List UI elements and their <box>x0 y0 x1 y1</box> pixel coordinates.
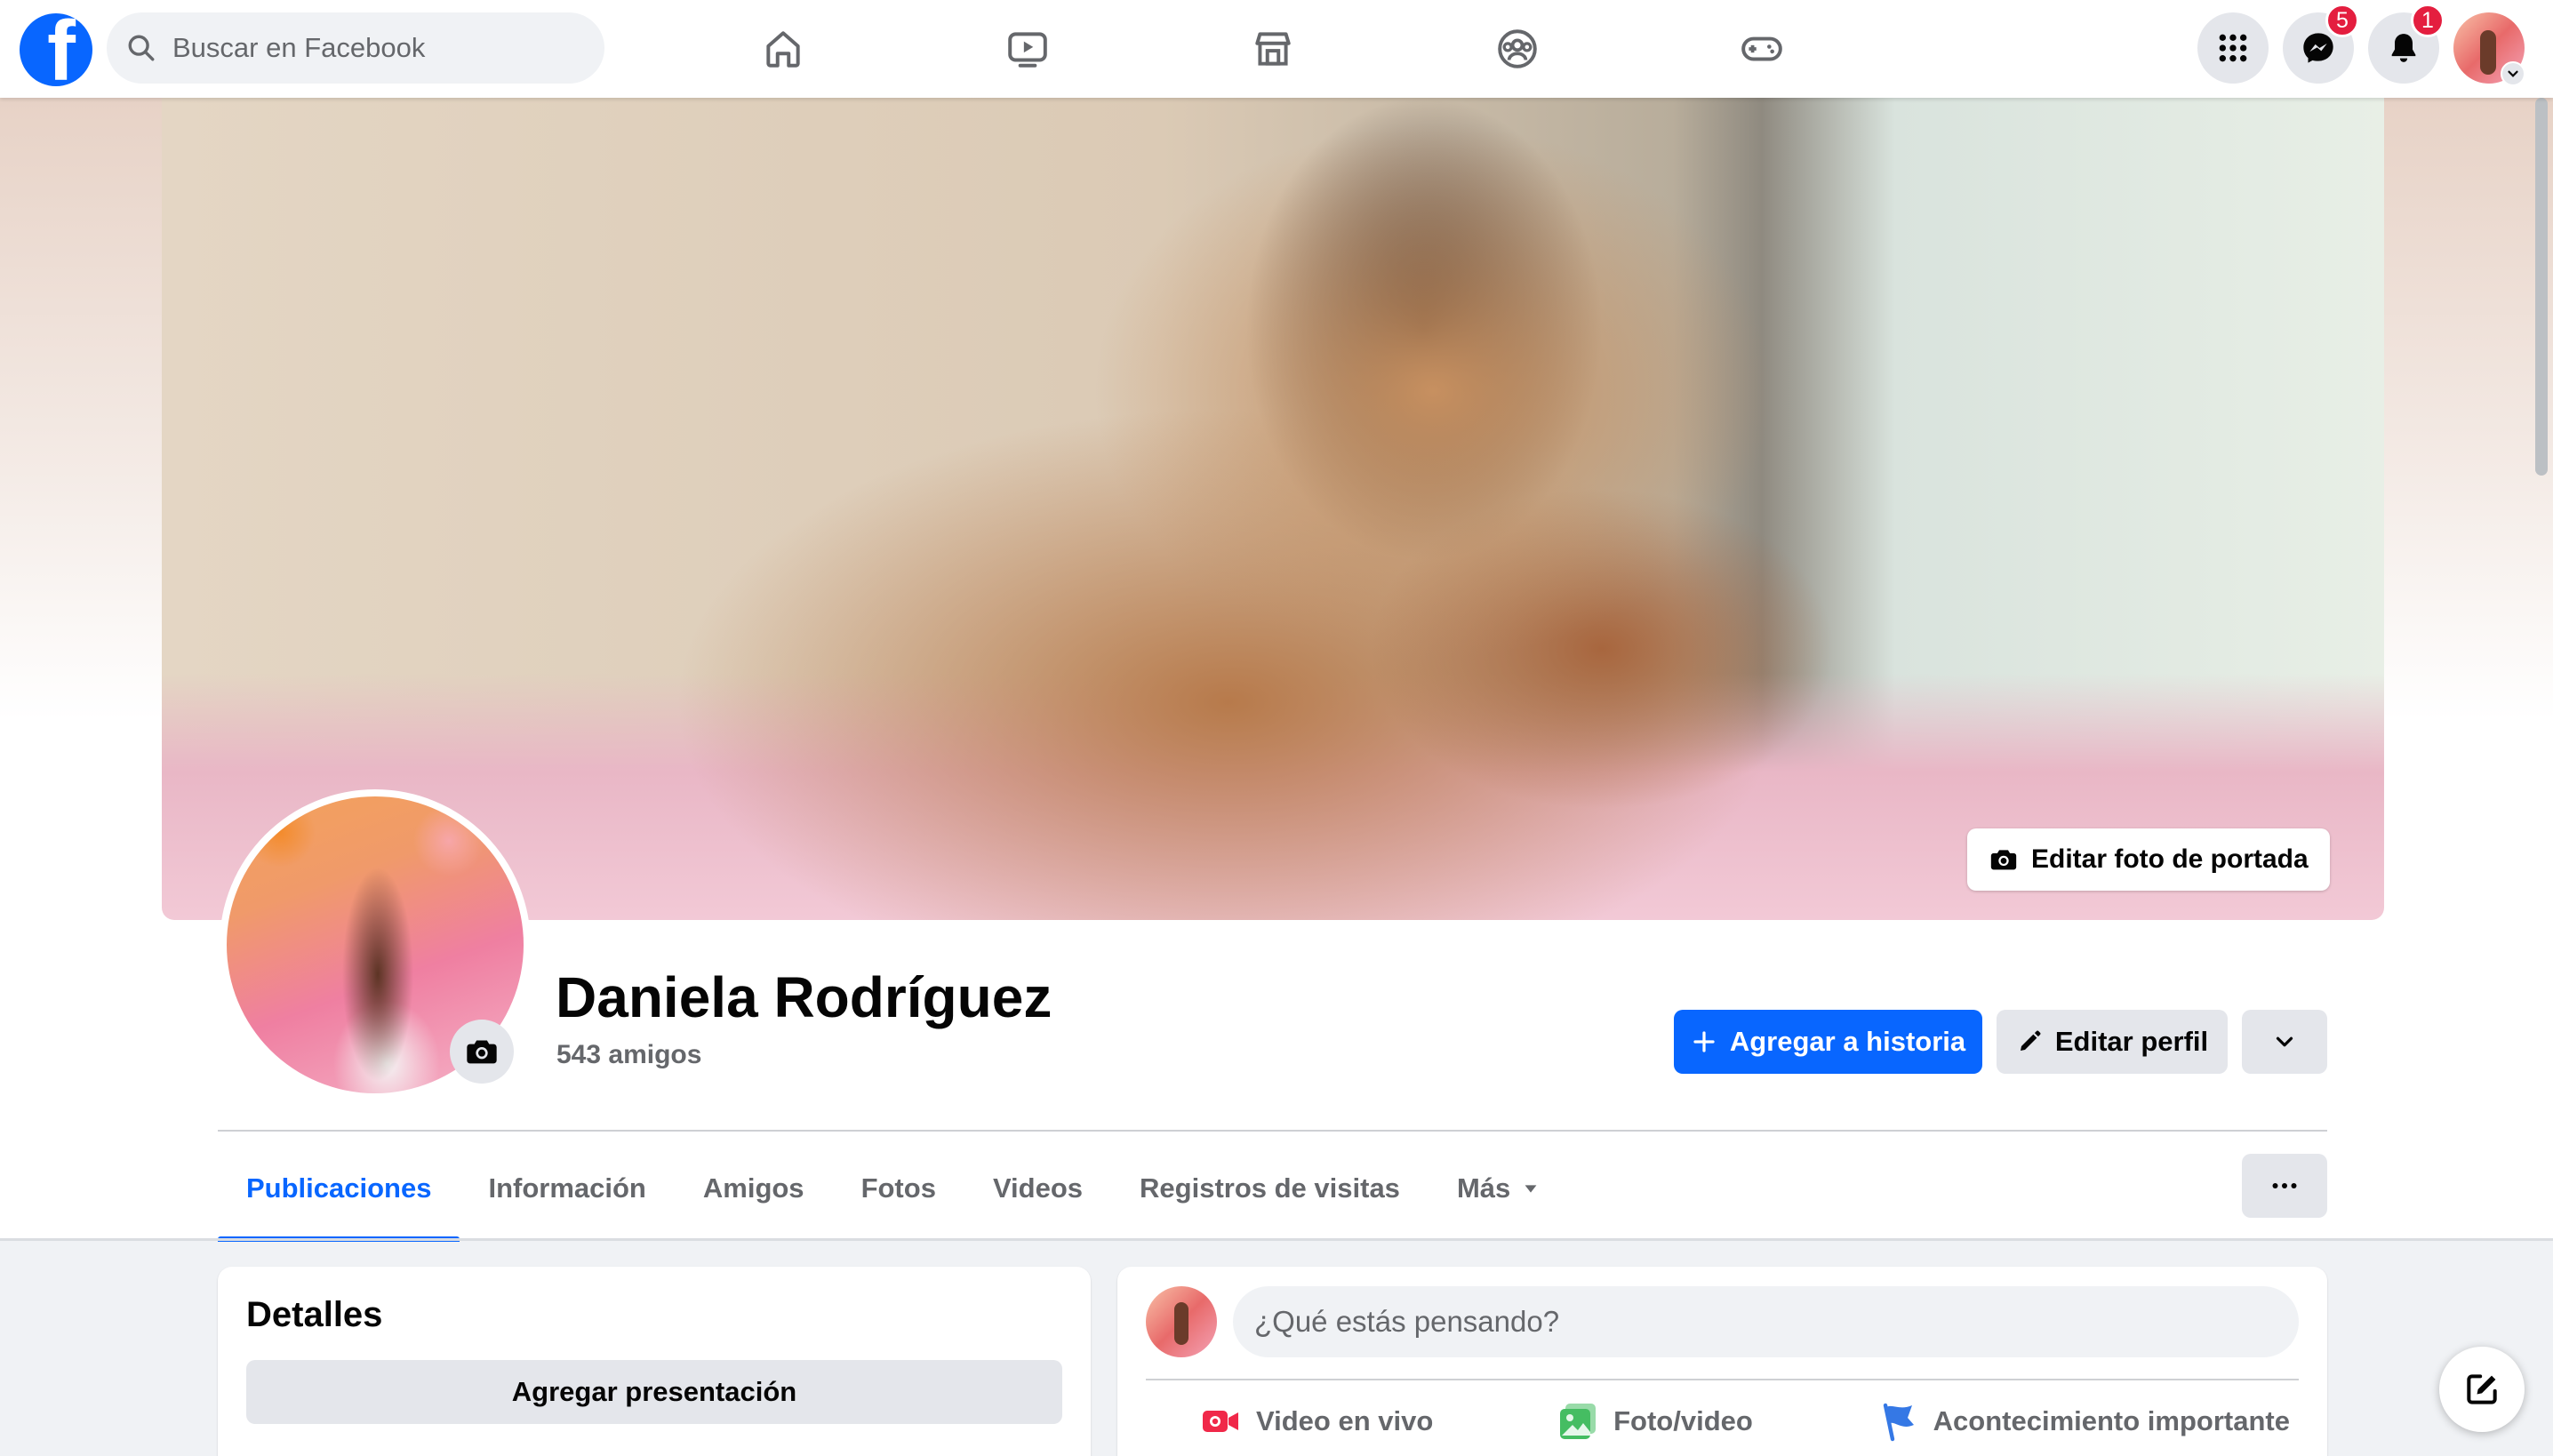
marketplace-icon <box>1255 32 1291 66</box>
tab-videos[interactable]: Videos <box>964 1138 1111 1238</box>
friends-count[interactable]: 543 amigos <box>556 1040 701 1070</box>
tab-label: Publicaciones <box>246 1172 432 1204</box>
tab-label: Información <box>488 1172 646 1204</box>
composer-avatar[interactable] <box>1146 1286 1217 1357</box>
facebook-logo-icon[interactable]: f <box>20 13 92 86</box>
menu-button[interactable] <box>2197 12 2269 84</box>
search-box[interactable] <box>107 12 604 84</box>
messenger-icon <box>2303 33 2333 63</box>
photo-icon <box>1560 1404 1597 1439</box>
profile-more-button[interactable] <box>2242 1010 2327 1074</box>
tab-mas[interactable]: Más <box>1429 1138 1569 1238</box>
nav-gaming[interactable] <box>1709 0 1815 98</box>
messenger-button[interactable]: 5 <box>2283 4 2359 84</box>
life-event-button[interactable]: Acontecimiento importante <box>1877 1400 2290 1443</box>
account-caret[interactable] <box>2501 61 2525 86</box>
edit-profile-button[interactable]: Editar perfil <box>1997 1010 2228 1074</box>
live-video-label: Video en vivo <box>1256 1405 1434 1436</box>
groups-icon <box>1498 29 1537 68</box>
plus-icon <box>1693 1031 1715 1052</box>
nav-home[interactable] <box>730 0 836 98</box>
new-message-button[interactable] <box>2439 1347 2525 1432</box>
messenger-badge: 5 <box>2325 4 2359 37</box>
caret-down-icon <box>1525 1184 1537 1193</box>
more-dots-icon <box>2272 1183 2297 1188</box>
flag-icon <box>1883 1403 1914 1442</box>
pencil-icon <box>2020 1030 2041 1051</box>
composer-input[interactable]: ¿Qué estás pensando? <box>1233 1286 2299 1357</box>
add-bio-button[interactable]: Agregar presentación <box>246 1360 1062 1424</box>
grid-menu-icon <box>2219 34 2247 62</box>
tab-label: Amigos <box>702 1172 804 1204</box>
chevron-down-icon <box>2276 1036 2293 1047</box>
tabs-more-options-button[interactable] <box>2242 1154 2327 1218</box>
tab-informacion[interactable]: Información <box>460 1138 674 1238</box>
photo-video-label: Foto/video <box>1613 1405 1753 1436</box>
notifications-button[interactable]: 1 <box>2368 4 2445 84</box>
home-icon <box>766 31 800 68</box>
page-scrollbar[interactable] <box>2535 98 2548 476</box>
tab-label: Más <box>1456 1172 1511 1204</box>
tab-publicaciones[interactable]: Publicaciones <box>218 1138 460 1242</box>
header-bottom-border <box>0 1238 2553 1241</box>
edit-cover-label: Editar foto de portada <box>2031 844 2309 874</box>
live-video-icon <box>1203 1411 1238 1432</box>
top-navigation-bar: f 5 1 <box>0 0 2553 98</box>
gaming-icon <box>1741 36 1782 61</box>
details-title: Detalles <box>246 1295 383 1334</box>
tab-label: Registros de visitas <box>1140 1172 1400 1204</box>
live-video-button[interactable]: Video en vivo <box>1199 1400 1433 1443</box>
header-divider <box>218 1130 2327 1132</box>
edit-profile-label: Editar perfil <box>2054 1026 2209 1057</box>
edit-cover-button[interactable]: Editar foto de portada <box>1967 828 2330 891</box>
video-icon <box>1008 32 1047 68</box>
profile-name: Daniela Rodríguez <box>556 965 1052 1029</box>
add-to-story-label: Agregar a historia <box>1729 1026 1966 1057</box>
nav-marketplace[interactable] <box>1220 0 1326 98</box>
photo-video-button[interactable]: Foto/video <box>1557 1400 1753 1443</box>
profile-tabs: Publicaciones Información Amigos Fotos V… <box>218 1138 1569 1242</box>
tab-label: Videos <box>992 1172 1084 1204</box>
life-event-label: Acontecimiento importante <box>1933 1405 2290 1436</box>
tab-label: Fotos <box>860 1172 936 1204</box>
search-input[interactable] <box>172 32 564 64</box>
nav-video[interactable] <box>974 0 1081 98</box>
details-card: Detalles Agregar presentación <box>218 1267 1091 1456</box>
tab-fotos[interactable]: Fotos <box>833 1138 964 1238</box>
tab-registros-de-visitas[interactable]: Registros de visitas <box>1111 1138 1429 1238</box>
add-to-story-button[interactable]: Agregar a historia <box>1674 1010 1982 1074</box>
cover-photo[interactable] <box>162 98 2384 920</box>
post-composer: ¿Qué estás pensando? Video en vivo Foto/… <box>1117 1267 2327 1456</box>
search-icon <box>128 35 155 61</box>
nav-groups[interactable] <box>1464 0 1571 98</box>
camera-icon <box>467 1040 497 1064</box>
bell-icon <box>2391 34 2416 62</box>
compose-icon <box>2467 1374 2497 1404</box>
camera-icon <box>1990 850 2017 870</box>
notifications-badge: 1 <box>2411 4 2445 37</box>
tab-amigos[interactable]: Amigos <box>675 1138 833 1238</box>
chevron-down-icon <box>2508 70 2518 77</box>
edit-profile-picture-button[interactable] <box>450 1020 514 1084</box>
